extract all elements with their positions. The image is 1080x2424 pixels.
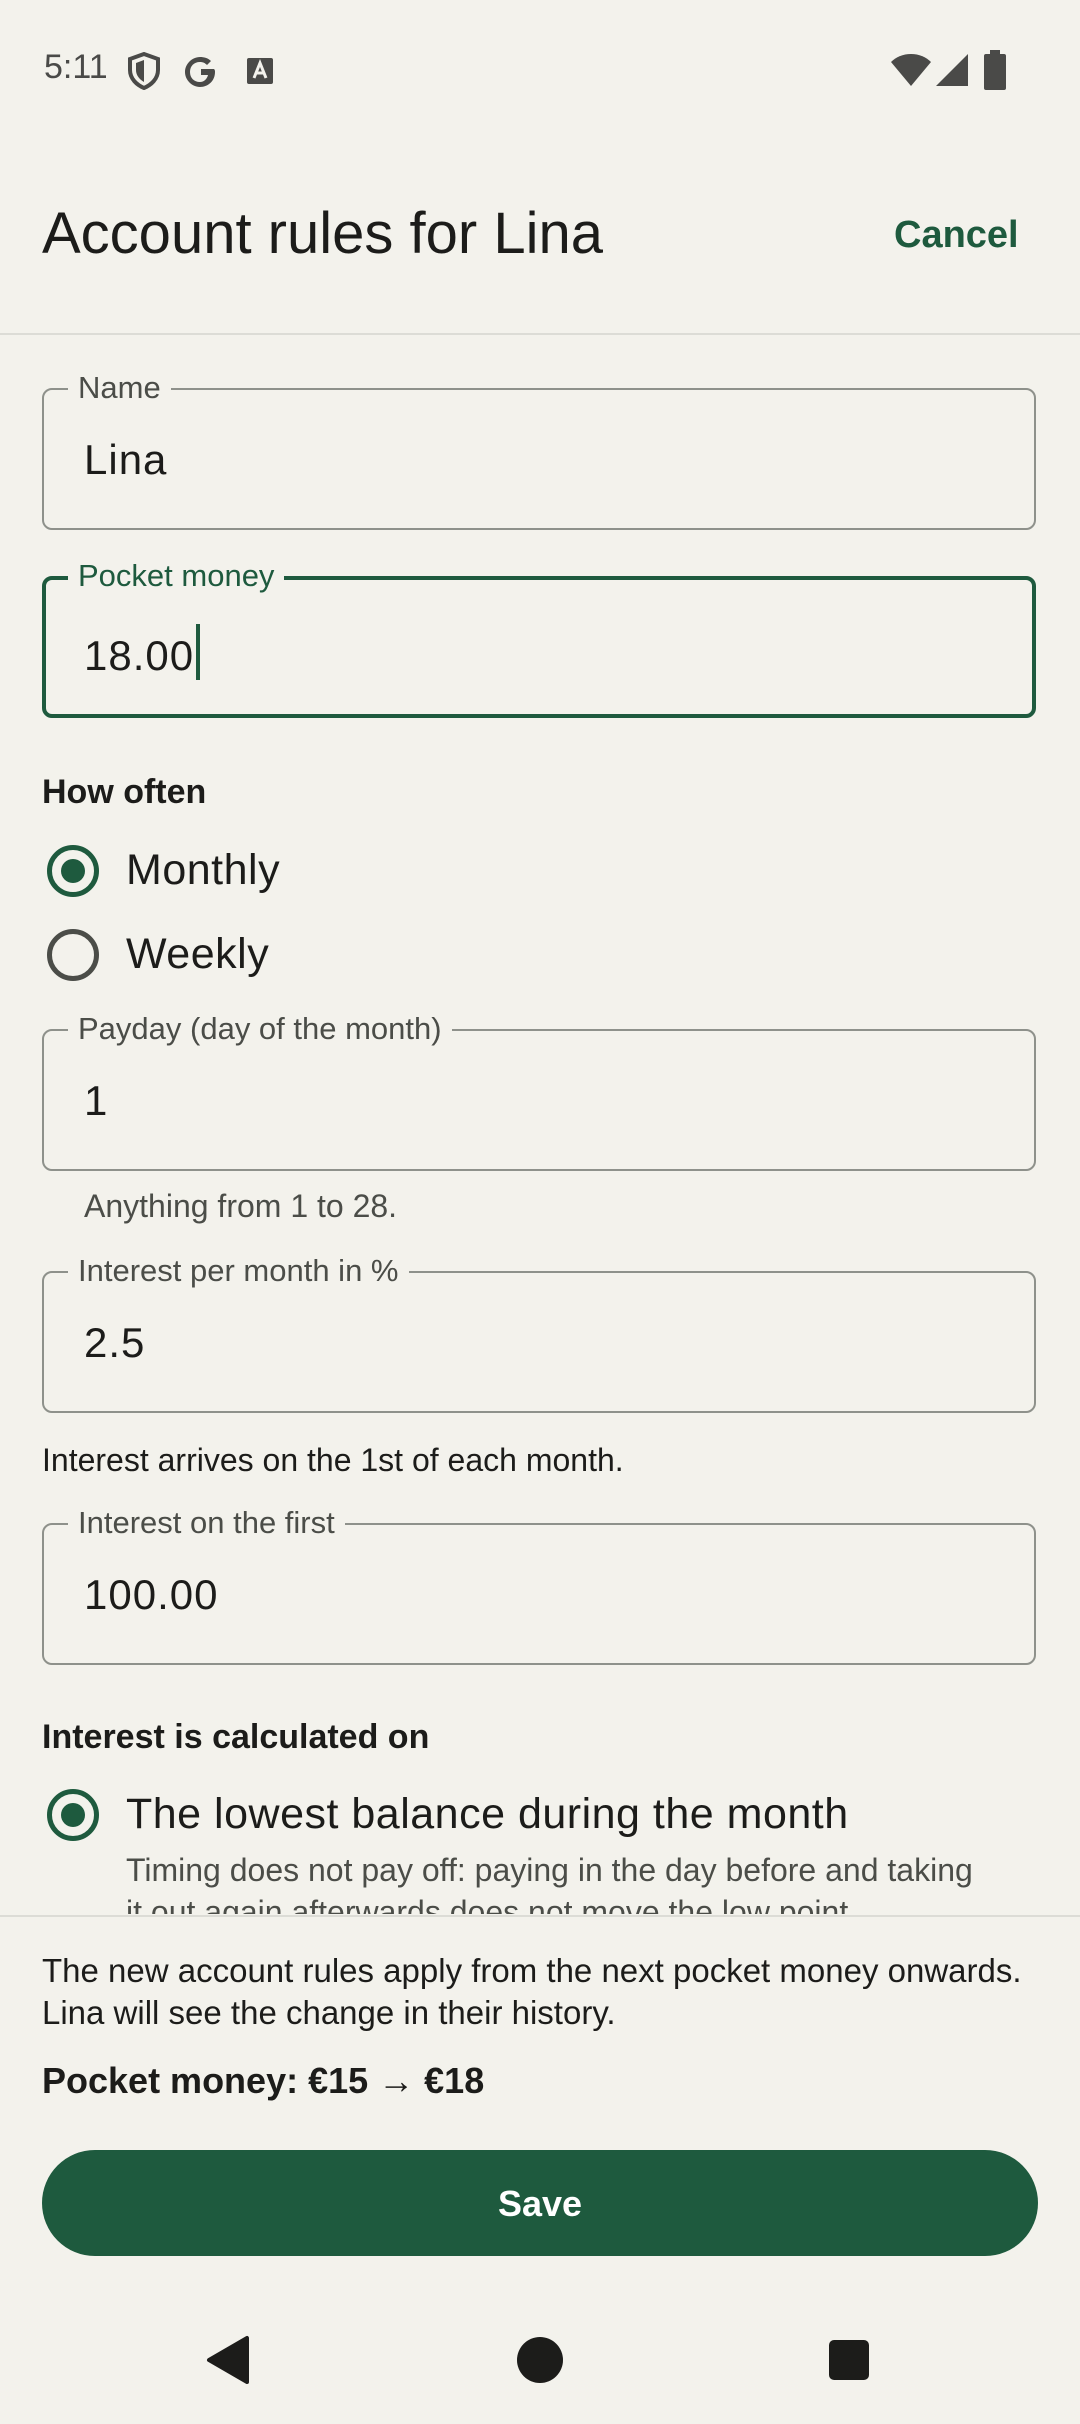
interest-on-first-field-value: 100.00 xyxy=(84,1571,219,1618)
frequency-option-monthly[interactable]: Monthly xyxy=(38,830,538,912)
header-divider xyxy=(0,333,1080,335)
interest-field-label: Interest per month in % xyxy=(68,1253,409,1289)
radio-monthly[interactable] xyxy=(47,845,99,897)
pocket-money-field-value: 18.00 xyxy=(84,624,201,680)
wifi-icon xyxy=(891,54,931,86)
payday-field-value: 1 xyxy=(84,1077,109,1124)
home-icon[interactable] xyxy=(517,2337,563,2383)
frequency-title: How often xyxy=(42,773,207,811)
status-time: 5:11 xyxy=(44,48,108,86)
google-icon xyxy=(185,57,215,87)
calculation-option-lowest-balance[interactable]: The lowest balance during the month Timi… xyxy=(0,1780,1080,1914)
font-icon xyxy=(247,58,273,84)
name-field-label: Name xyxy=(68,370,171,406)
cancel-button[interactable]: Cancel xyxy=(894,214,1019,257)
back-icon[interactable] xyxy=(205,2335,251,2385)
change-summary: Pocket money: €15 → €18 xyxy=(42,2060,485,2101)
frequency-option-label: Weekly xyxy=(126,930,270,978)
shield-icon xyxy=(128,52,160,90)
payday-field[interactable]: Payday (day of the month) 1 xyxy=(42,1011,1036,1171)
save-button[interactable]: Save xyxy=(42,2150,1038,2256)
frequency-option-label: Monthly xyxy=(126,846,281,894)
pocket-money-field-label: Pocket money xyxy=(68,558,285,594)
payday-field-label: Payday (day of the month) xyxy=(68,1011,452,1047)
frequency-option-weekly[interactable]: Weekly xyxy=(38,914,538,996)
calculation-option-desc: Timing does not pay off: paying in the d… xyxy=(126,1852,973,1888)
interest-field-value: 2.5 xyxy=(84,1319,146,1366)
text-cursor xyxy=(196,624,201,680)
interest-note: Interest arrives on the 1st of each mont… xyxy=(42,1442,624,1478)
footer-divider xyxy=(0,1915,1080,1917)
calculation-option-desc-2: it out again afterwards does not move th… xyxy=(126,1894,858,1914)
interest-on-first-field[interactable]: Interest on the first 100.00 xyxy=(42,1505,1036,1665)
radio-weekly[interactable] xyxy=(47,929,99,981)
footer-info-line-2: Lina will see the change in their histor… xyxy=(42,1994,616,2031)
recents-icon[interactable] xyxy=(829,2340,869,2380)
interest-field[interactable]: Interest per month in % 2.5 xyxy=(42,1253,1036,1413)
calculation-option-label: The lowest balance during the month xyxy=(126,1790,849,1838)
battery-icon xyxy=(984,50,1006,90)
name-field-value: Lina xyxy=(84,436,168,483)
page-title: Account rules for Lina xyxy=(42,201,603,266)
pocket-money-field[interactable]: Pocket money 18.00 xyxy=(42,558,1036,718)
interest-on-first-field-label: Interest on the first xyxy=(68,1505,345,1541)
calculation-title: Interest is calculated on xyxy=(42,1718,430,1756)
footer-info-line-1: The new account rules apply from the nex… xyxy=(42,1952,1022,1989)
payday-helper: Anything from 1 to 28. xyxy=(84,1188,398,1224)
radio-lowest-balance[interactable] xyxy=(47,1789,99,1841)
signal-icon xyxy=(936,54,968,86)
footer-info: The new account rules apply from the nex… xyxy=(42,1950,1042,2034)
name-field[interactable]: Name Lina xyxy=(42,370,1036,530)
